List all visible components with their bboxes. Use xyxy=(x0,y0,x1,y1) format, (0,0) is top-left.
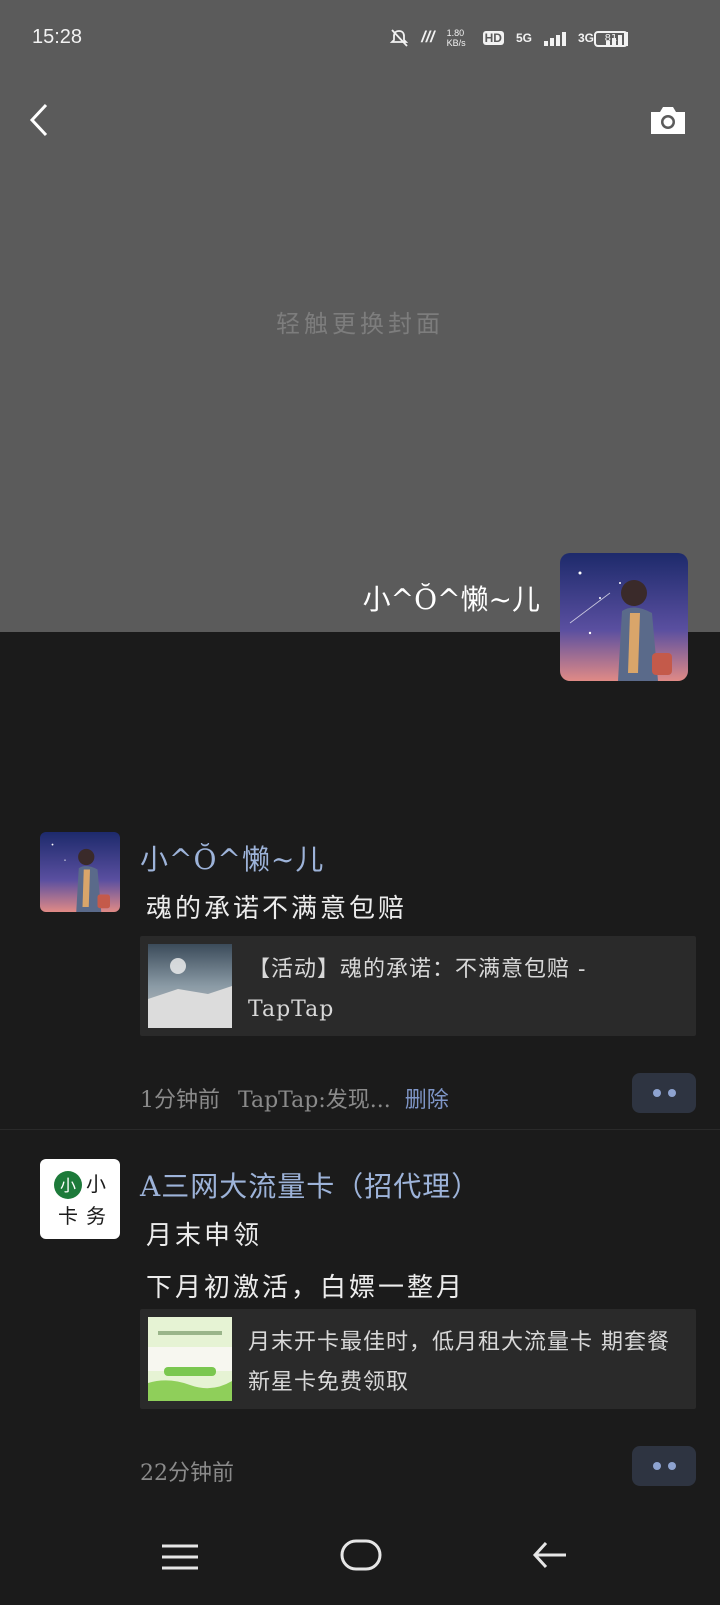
status-bar: 15:28 /// 1.80 KB/s HD 5G 3G 81 xyxy=(0,0,720,80)
link-thumbnail xyxy=(148,1317,232,1401)
back-icon[interactable] xyxy=(532,1537,568,1573)
post-text-line: 魂的承诺不满意包赔 xyxy=(146,894,408,924)
camera-icon[interactable] xyxy=(648,103,688,137)
post-avatar[interactable] xyxy=(40,832,120,912)
post-time: 22分钟前 xyxy=(140,1461,234,1486)
wifi-icon: /// xyxy=(421,29,435,46)
status-icons: /// 1.80 KB/s HD 5G 3G xyxy=(389,28,628,48)
mute-notification-icon xyxy=(390,29,409,47)
system-nav-bar xyxy=(0,1505,720,1605)
link-title: 月末开卡最佳时，低月租大流量卡 期套餐新星卡免费领取 xyxy=(248,1330,670,1395)
post-source[interactable]: TapTap:发现... xyxy=(238,1088,391,1113)
post-item[interactable]: 小 小 卡 务 A三网大流量卡（招代理） 月末申领 下月初激活，白嫖一整月 月末… xyxy=(0,1153,720,1503)
battery-level: 81 xyxy=(604,33,618,44)
post-author[interactable]: 小^Ŏ^懒~儿 xyxy=(140,838,324,878)
comment-like-button[interactable] xyxy=(632,1446,696,1486)
dot-icon xyxy=(652,1089,661,1097)
avatar-image xyxy=(560,553,688,681)
avatar-image: 小 小 卡 务 xyxy=(54,1171,106,1228)
post-text-line: 月末申领 xyxy=(146,1221,263,1251)
net-speed: 1.80 KB/s xyxy=(446,28,466,48)
signal-5g-label: 5G xyxy=(515,31,532,45)
post-avatar[interactable]: 小 小 卡 务 xyxy=(40,1159,120,1239)
menu-icon[interactable] xyxy=(162,1543,198,1571)
post-author[interactable]: A三网大流量卡（招代理） xyxy=(140,1165,480,1205)
link-thumbnail xyxy=(148,944,232,1028)
link-title: 【活动】魂的承诺：不满意包赔 - TapTap xyxy=(248,957,587,1022)
profile-avatar[interactable] xyxy=(560,553,688,681)
svg-text:小: 小 xyxy=(60,1176,76,1195)
delete-link[interactable]: 删除 xyxy=(405,1088,449,1113)
hd-icon: HD xyxy=(482,31,504,45)
profile-username: 小^Ŏ^懒~儿 xyxy=(362,583,540,616)
avatar-image xyxy=(40,832,120,912)
post-text-line: 下月初激活，白嫖一整月 xyxy=(146,1273,466,1303)
post-item[interactable]: 小^Ŏ^懒~儿 魂的承诺不满意包赔 【活动】魂的承诺：不满意包赔 - TapTa… xyxy=(0,826,720,1130)
post-meta: 1分钟前 TapTap:发现... 删除 xyxy=(140,1082,449,1114)
signal-3g-label: 3G xyxy=(577,31,594,45)
dot-icon xyxy=(652,1462,661,1470)
link-card[interactable]: 【活动】魂的承诺：不满意包赔 - TapTap xyxy=(140,936,696,1036)
link-card[interactable]: 月末开卡最佳时，低月租大流量卡 期套餐新星卡免费领取 xyxy=(140,1309,696,1409)
dot-icon xyxy=(667,1462,676,1470)
svg-text:务: 务 xyxy=(86,1204,106,1228)
comment-like-button[interactable] xyxy=(632,1073,696,1113)
change-cover-hint[interactable]: 轻触更换封面 xyxy=(0,304,720,339)
dot-icon xyxy=(667,1089,676,1097)
svg-text:小: 小 xyxy=(86,1172,106,1196)
post-time: 1分钟前 xyxy=(140,1088,220,1113)
battery-icon: 81 xyxy=(594,31,628,47)
signal-5g-icon xyxy=(543,30,566,46)
back-arrow-icon[interactable] xyxy=(26,100,56,140)
post-meta: 22分钟前 xyxy=(140,1455,234,1487)
svg-text:卡: 卡 xyxy=(58,1204,78,1228)
home-icon[interactable] xyxy=(340,1539,382,1571)
status-time: 15:28 xyxy=(32,26,83,48)
